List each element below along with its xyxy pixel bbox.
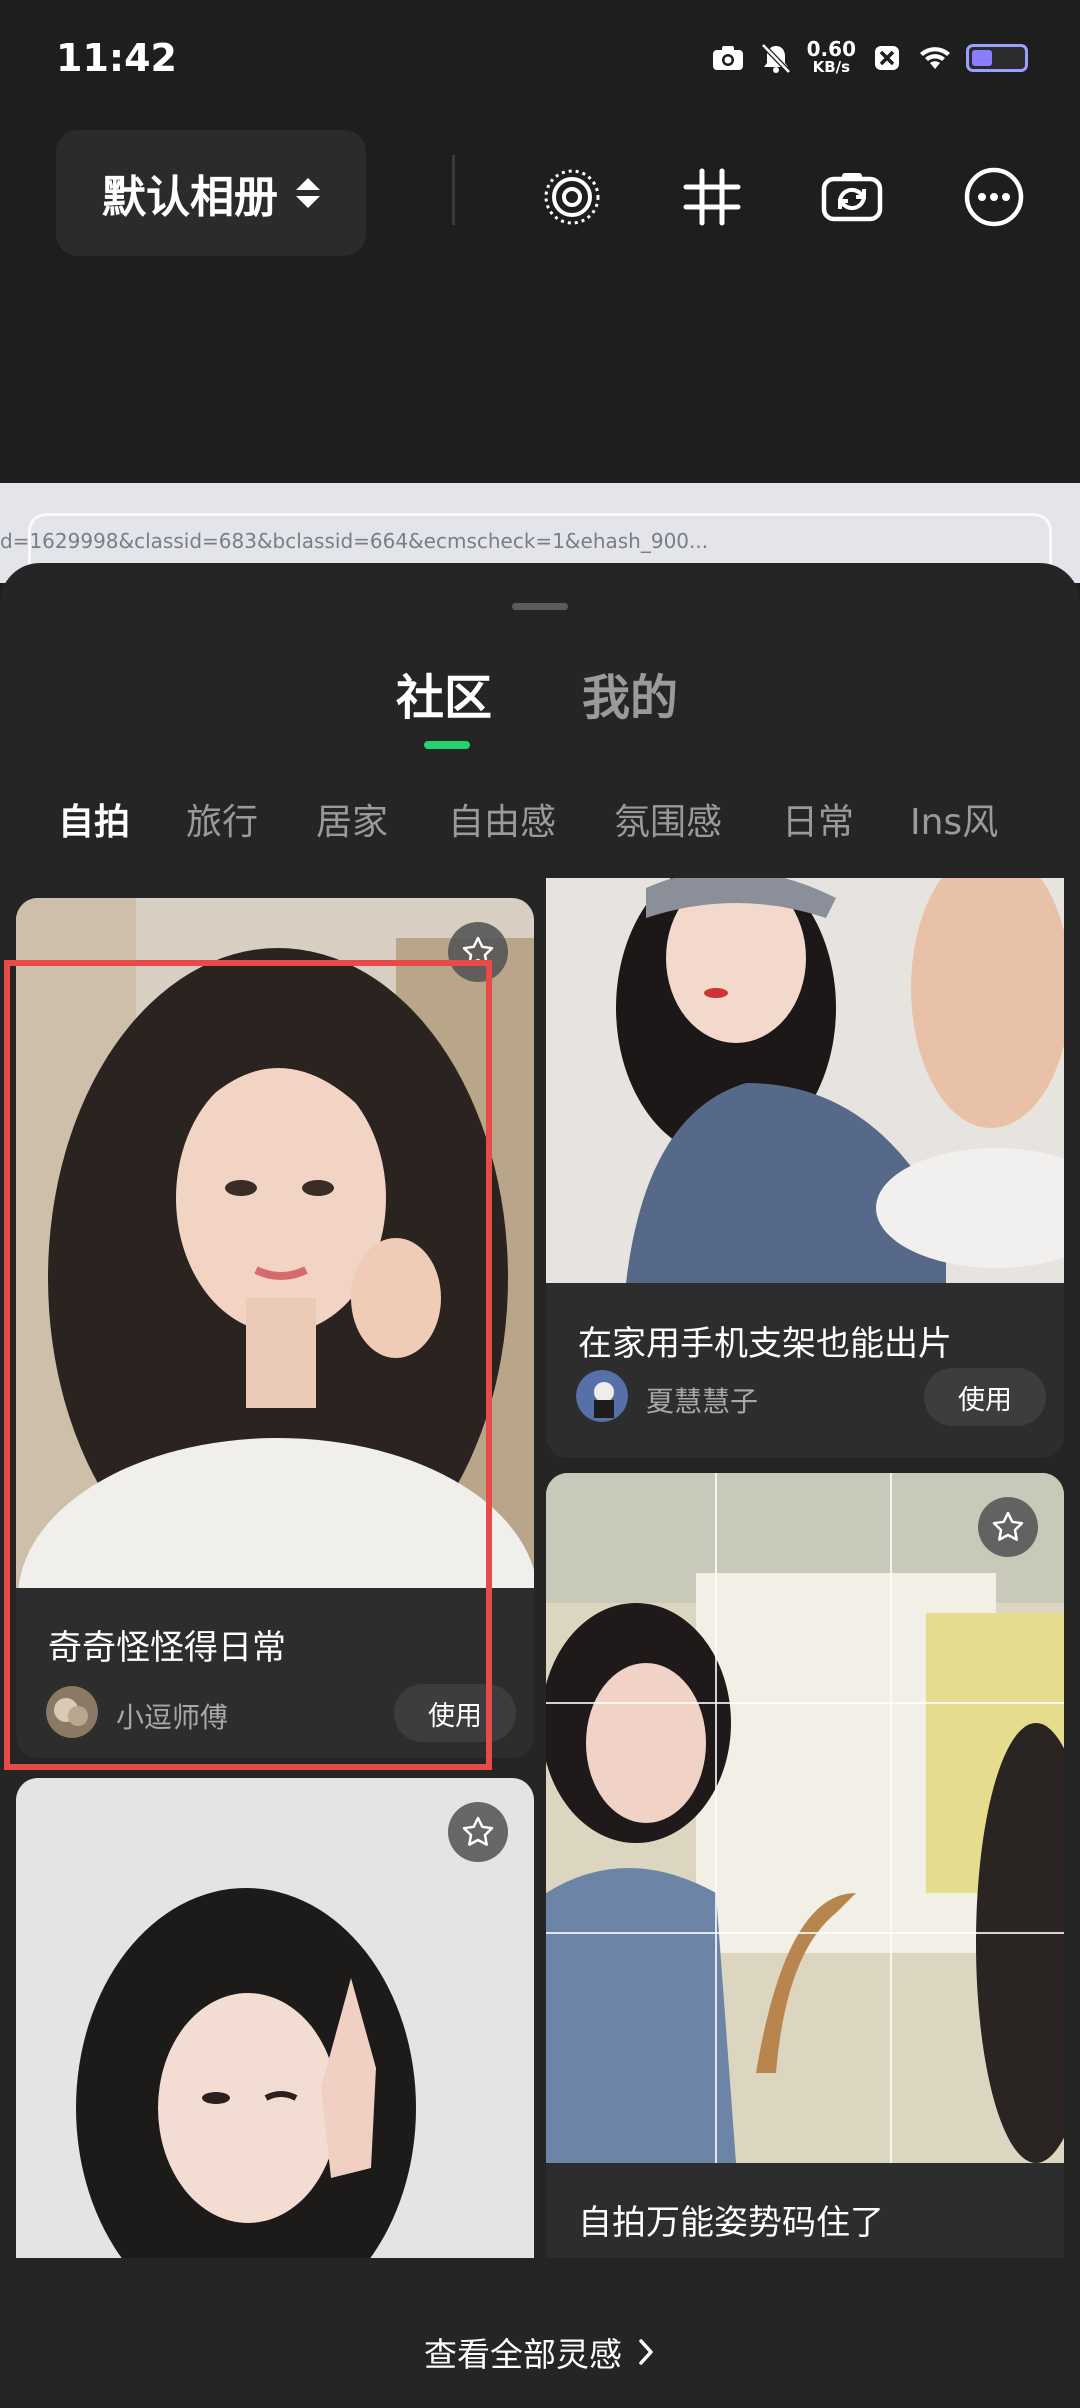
category-freedom[interactable]: 自由感 bbox=[448, 793, 556, 845]
camera-icon bbox=[712, 46, 743, 70]
inspiration-card[interactable]: 自拍万能姿势码住了 元子 使用 bbox=[546, 1473, 1064, 2258]
switch-camera-icon[interactable] bbox=[820, 165, 884, 229]
favorite-star-button[interactable] bbox=[978, 1497, 1038, 1557]
preview-url-text: d=1629998&classid=683&bclassid=664&ecmsc… bbox=[0, 529, 709, 553]
card-title: 自拍万能姿势码住了 bbox=[578, 2203, 884, 2243]
toolbar-divider bbox=[452, 155, 455, 225]
wifi-icon bbox=[920, 47, 950, 69]
star-icon bbox=[462, 1816, 494, 1846]
highlight-box bbox=[4, 960, 492, 1770]
album-selector-button[interactable]: 默认相册 bbox=[56, 130, 366, 256]
category-bar: 自拍 旅行 居家 自由感 氛围感 日常 Ins风 bbox=[0, 793, 1080, 873]
view-all-label: 查看全部灵感 bbox=[424, 2334, 622, 2374]
author-name[interactable]: 夏慧慧子 bbox=[646, 1380, 758, 1420]
tab-active-indicator bbox=[424, 741, 470, 749]
status-time: 11:42 bbox=[56, 36, 177, 80]
sheet-drag-handle[interactable] bbox=[512, 603, 568, 610]
card-photo bbox=[546, 878, 1064, 1283]
album-label: 默认相册 bbox=[102, 172, 278, 223]
category-ins-style[interactable]: Ins风 bbox=[910, 793, 998, 845]
tab-community[interactable]: 社区 bbox=[396, 658, 492, 728]
notification-x-icon bbox=[875, 46, 899, 70]
sort-caret-icon bbox=[296, 178, 320, 208]
status-bar: 11:42 0.60 KB/s bbox=[0, 0, 1080, 120]
category-home[interactable]: 居家 bbox=[316, 793, 388, 845]
live-photo-icon[interactable] bbox=[540, 165, 604, 229]
grid-icon[interactable] bbox=[680, 165, 744, 229]
category-travel[interactable]: 旅行 bbox=[186, 793, 258, 845]
use-button[interactable]: 使用 bbox=[924, 1368, 1046, 1426]
category-atmosphere[interactable]: 氛围感 bbox=[614, 793, 722, 845]
net-speed-value: 0.60 bbox=[806, 37, 856, 61]
status-icons: 0.60 KB/s bbox=[711, 37, 1028, 76]
inspiration-card[interactable] bbox=[16, 1778, 534, 2258]
net-speed: 0.60 KB/s bbox=[806, 37, 856, 76]
net-speed-unit: KB/s bbox=[812, 58, 851, 76]
silent-bell-icon bbox=[760, 43, 791, 74]
card-photo bbox=[546, 1473, 1064, 2163]
category-selfie[interactable]: 自拍 bbox=[58, 793, 130, 845]
inspiration-card[interactable]: 在家用手机支架也能出片 夏慧慧子 使用 bbox=[546, 878, 1064, 1458]
more-icon[interactable] bbox=[962, 165, 1026, 229]
category-daily[interactable]: 日常 bbox=[782, 793, 854, 845]
chevron-right-icon bbox=[639, 2338, 653, 2365]
battery-icon bbox=[966, 44, 1028, 72]
tab-mine[interactable]: 我的 bbox=[582, 658, 678, 728]
author-avatar bbox=[576, 1370, 628, 1422]
battery-level bbox=[972, 50, 992, 66]
card-title: 在家用手机支架也能出片 bbox=[578, 1324, 952, 1364]
favorite-star-button[interactable] bbox=[448, 1802, 508, 1862]
view-all-inspiration-button[interactable]: 查看全部灵感 bbox=[0, 2295, 1080, 2408]
star-icon bbox=[992, 1511, 1024, 1541]
camera-toolbar: 默认相册 bbox=[0, 125, 1080, 265]
